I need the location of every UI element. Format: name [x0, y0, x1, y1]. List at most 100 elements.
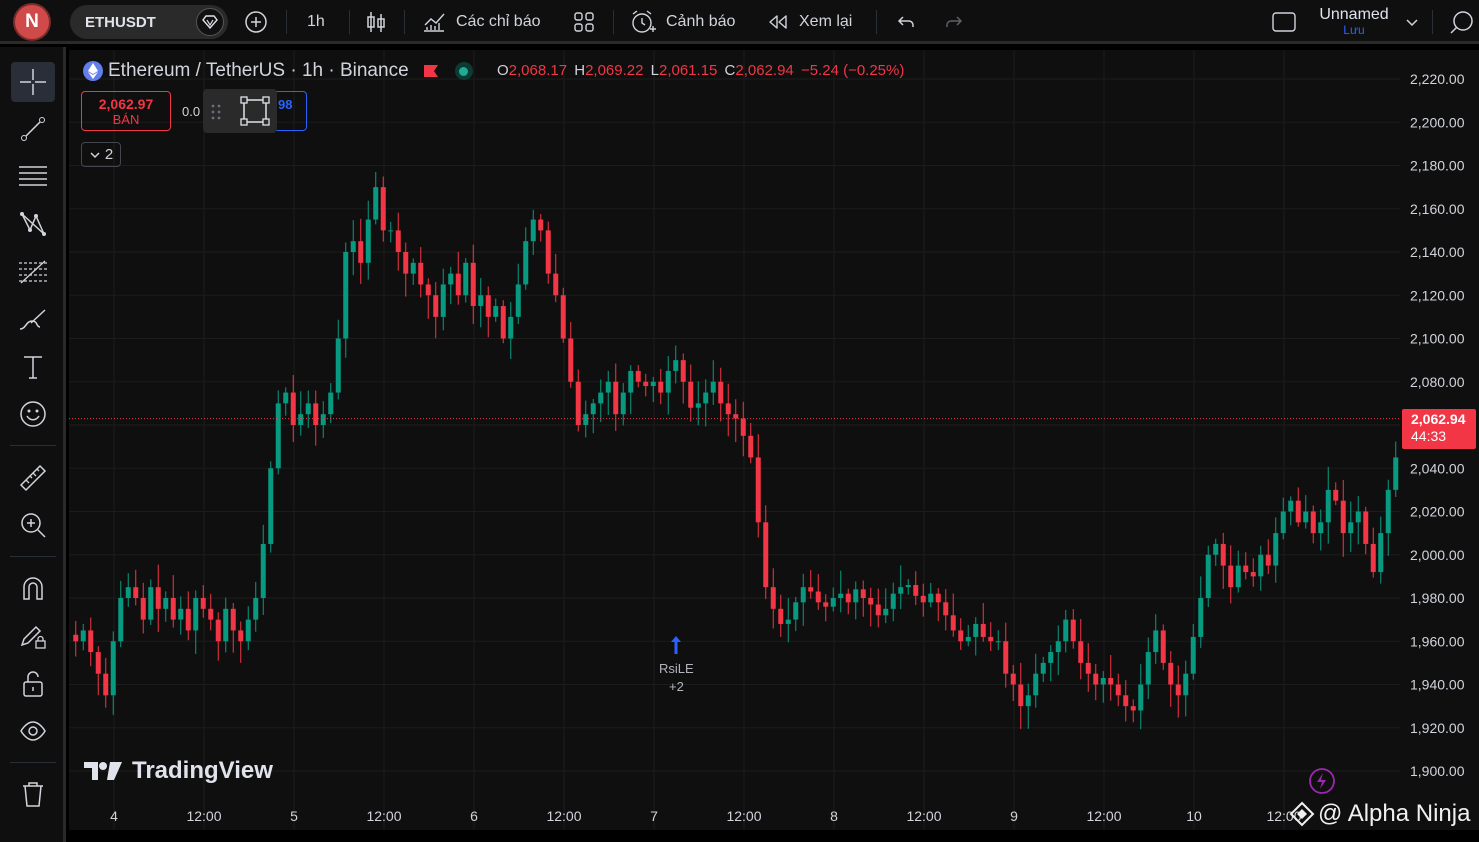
spread-value: 0.0 [182, 104, 201, 119]
interval-button[interactable]: 1h [307, 0, 325, 44]
layout-toggle[interactable] [1271, 0, 1297, 44]
sell-button[interactable]: 2,062.97 BÁN [81, 91, 171, 131]
add-symbol-button[interactable] [243, 0, 269, 44]
layout-menu-button[interactable] [1404, 0, 1420, 44]
replay-button[interactable]: Xem lại [766, 0, 852, 44]
buy-button[interactable]: 98 [272, 91, 307, 131]
candle-body [695, 403, 701, 408]
templates-button[interactable] [572, 0, 596, 44]
candle-body [238, 630, 244, 642]
candle-body [1040, 662, 1046, 674]
text-tool[interactable] [11, 347, 55, 387]
candle-body [718, 381, 724, 404]
user-avatar[interactable]: N [15, 5, 49, 39]
fib-retracement-icon [19, 260, 47, 284]
high-value: 2,069.22 [585, 62, 644, 79]
price-tick-label: 2,040.00 [1410, 460, 1465, 476]
time-axis[interactable]: 4 12:00 5 12:00 6 12:00 7 12:00 8 12:00 9 12:00 10 12… [69, 800, 1400, 830]
candle-body [605, 381, 611, 393]
open-value: 2,068.17 [508, 62, 568, 79]
candle-body [1235, 565, 1241, 588]
time-tick-label: 12:00 [186, 808, 221, 824]
watermark-text: @ Alpha Ninja [1318, 800, 1471, 827]
candle-body [320, 414, 326, 425]
candle-body [455, 273, 461, 296]
candle-body [875, 604, 881, 616]
hide-drawings-tool[interactable] [11, 711, 55, 751]
undo-button[interactable] [895, 0, 917, 44]
candle-body [1280, 511, 1286, 534]
candle-body [410, 262, 416, 274]
chevron-down-icon [90, 151, 100, 158]
candle-body [1348, 522, 1354, 534]
measure-tool[interactable] [11, 458, 55, 498]
trend-line-tool[interactable] [11, 109, 55, 149]
rectangle-select-icon[interactable] [239, 95, 271, 127]
price-tick-label: 2,120.00 [1410, 287, 1465, 303]
buy-price: 98 [278, 97, 293, 112]
price-tick-label: 1,980.00 [1410, 590, 1465, 606]
zoom-in-icon [21, 513, 46, 538]
remove-drawings-tool[interactable] [11, 774, 55, 814]
candle-body [808, 587, 814, 592]
brush-tool[interactable] [11, 300, 55, 340]
candle-body [763, 522, 769, 588]
candle-body [425, 284, 431, 296]
zoom-tool[interactable] [11, 505, 55, 545]
series-legend[interactable]: Ethereum / TetherUS · 1h · Binance [82, 58, 473, 84]
lightning-icon[interactable] [1308, 767, 1336, 795]
alert-button[interactable]: Cảnh báo [629, 0, 735, 44]
time-tick-label: 10 [1186, 808, 1202, 824]
candle-body [80, 630, 86, 642]
crosshair-tool[interactable] [11, 62, 55, 102]
candle-body [883, 608, 889, 616]
trash-icon [23, 782, 43, 807]
flag-icon[interactable] [423, 64, 439, 78]
divider [1432, 10, 1433, 34]
candle-body [515, 284, 521, 317]
candle-body [223, 608, 229, 642]
emoji-tool[interactable] [11, 394, 55, 434]
search-icon [1450, 11, 1473, 34]
candle-body [373, 187, 379, 220]
candle-body [1288, 500, 1294, 512]
symbol-search[interactable]: ETHUSDT [70, 5, 228, 39]
lines-tool[interactable] [11, 156, 55, 196]
candle-body [583, 414, 589, 425]
drag-handle-icon[interactable] [209, 102, 223, 122]
redo-button[interactable] [943, 0, 965, 44]
candle-body [935, 593, 941, 603]
candle-body [620, 392, 626, 415]
candle-body [703, 392, 709, 404]
magnet-tool[interactable] [11, 568, 55, 608]
tv-logo-icon [84, 762, 122, 780]
lock-drawings-tool[interactable] [11, 664, 55, 704]
chart-pane[interactable] [69, 50, 1400, 830]
indicators-button[interactable]: Các chỉ báo [421, 0, 541, 44]
save-label: Lưu [1343, 23, 1365, 37]
chart-type-button[interactable] [365, 0, 387, 44]
price-tick-label: 2,080.00 [1410, 374, 1465, 390]
candle-body [1070, 619, 1076, 642]
fib-tool[interactable] [11, 252, 55, 292]
pattern-tool[interactable] [11, 204, 55, 244]
quick-search-button[interactable] [1448, 0, 1476, 44]
brand-label: TradingView [132, 757, 273, 784]
ethereum-icon [83, 61, 103, 81]
candle-body [208, 608, 214, 620]
candle-body [1198, 598, 1204, 637]
floating-toolbar[interactable] [203, 89, 277, 133]
candle-body [673, 360, 679, 371]
indicators-collapse-button[interactable]: 2 [81, 142, 121, 167]
candlestick-chart[interactable] [69, 50, 1400, 830]
price-tick-label: 2,220.00 [1410, 71, 1465, 87]
candle-body [553, 273, 559, 296]
keep-drawing-tool[interactable] [11, 616, 55, 656]
tradingview-logo[interactable]: TradingView [84, 757, 273, 785]
signal-label: RsiLE [659, 661, 694, 676]
layout-name[interactable]: Unnamed Lưu [1314, 5, 1394, 36]
change-value: −5.24 (−0.25%) [800, 62, 905, 79]
diamond-icon[interactable] [196, 8, 224, 36]
candle-body [365, 219, 371, 263]
candle-body [598, 392, 604, 404]
